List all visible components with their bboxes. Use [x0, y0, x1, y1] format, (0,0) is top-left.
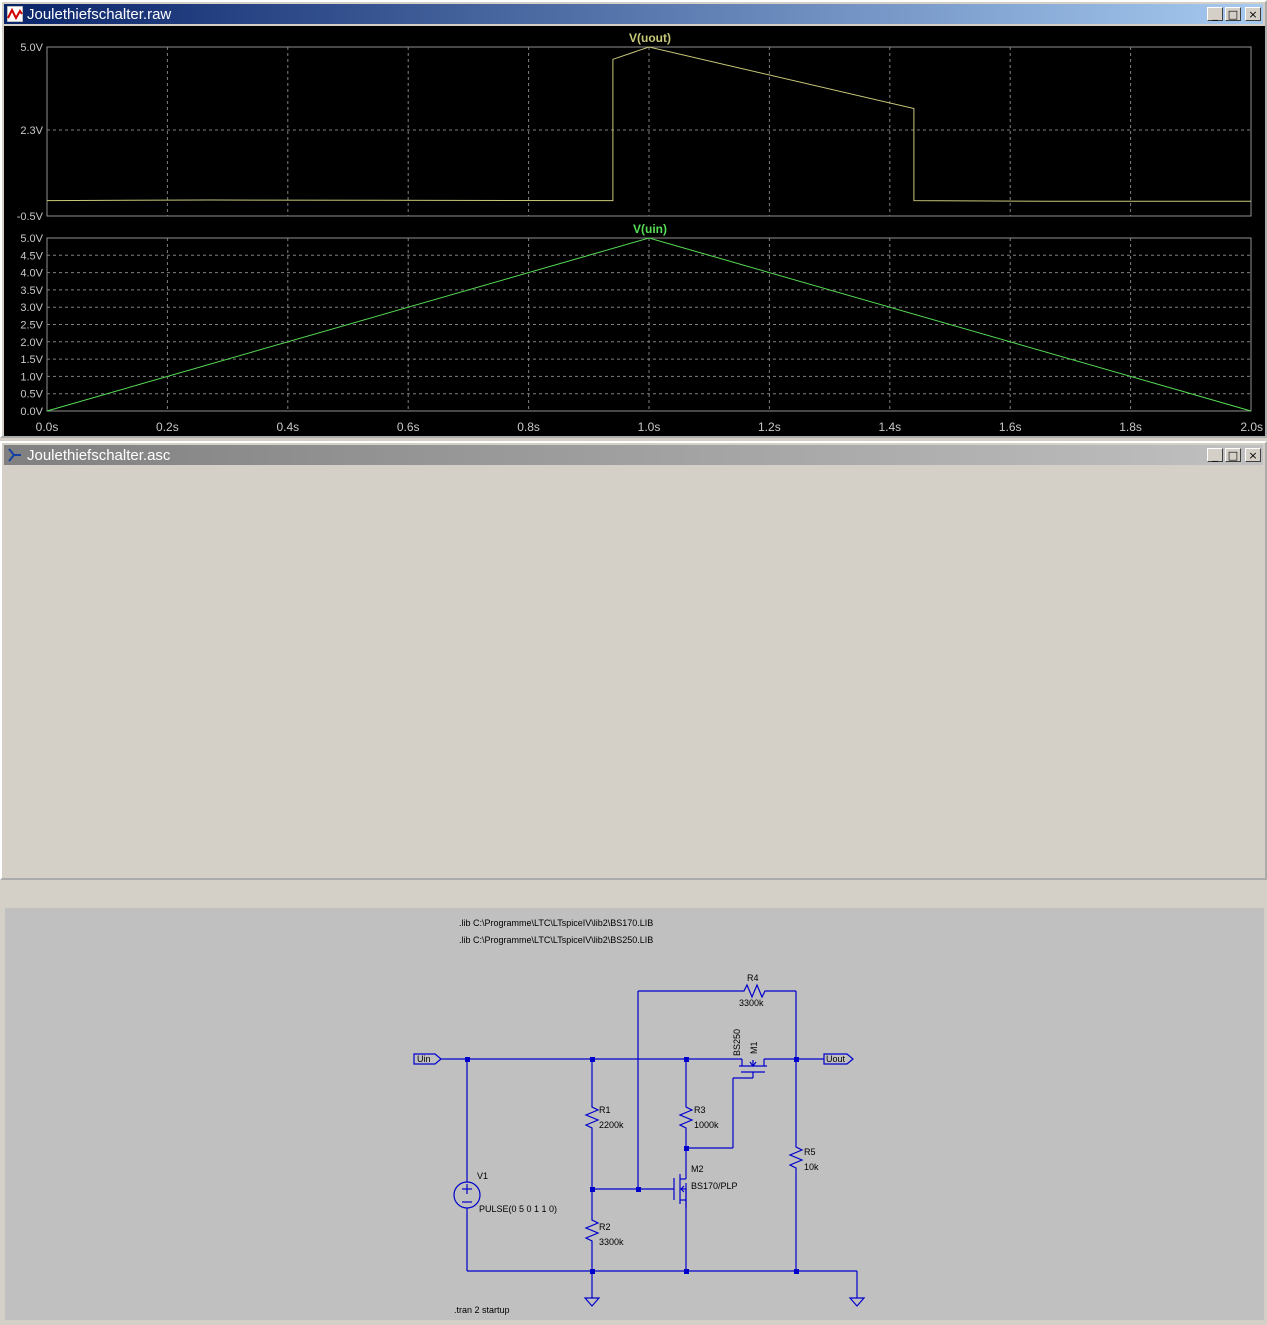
- waveform-titlebar[interactable]: Joulethiefschalter.raw _ □ ×: [4, 4, 1263, 24]
- r1-name: R1: [599, 1105, 611, 1115]
- net-label-uout-text: Uout: [826, 1054, 846, 1064]
- resistor-r2[interactable]: [584, 1216, 600, 1244]
- x-tick-label: 1.2s: [758, 420, 781, 434]
- x-tick-label: 0.8s: [517, 420, 540, 434]
- y-tick-label: 2.0V: [20, 337, 43, 349]
- schematic-titlebar[interactable]: Joulethiefschalter.asc _ □ ×: [4, 445, 1263, 465]
- mosfet-m1[interactable]: [739, 1059, 767, 1078]
- waveform-window-title: Joulethiefschalter.raw: [27, 5, 172, 23]
- mosfet-m2[interactable]: [673, 1163, 687, 1208]
- y-tick-label: 3.0V: [20, 302, 43, 314]
- schematic-drawing[interactable]: .lib C:\Programme\LTC\LTspiceIV\lib2\BS1…: [5, 908, 1264, 1320]
- close-button[interactable]: ×: [1245, 448, 1261, 462]
- y-tick-label: 4.0V: [20, 268, 43, 280]
- r3-value: 1000k: [694, 1120, 719, 1130]
- schematic-window: Joulethiefschalter.asc _ □ × .lib C:\Pro…: [0, 441, 1267, 1320]
- waveform-window: Joulethiefschalter.raw _ □ × 5.0V 2.3V -0.…: [0, 0, 1267, 438]
- spice-directive-tran[interactable]: .tran 2 startup: [454, 1305, 510, 1315]
- x-tick-label: 0.2s: [156, 420, 179, 434]
- maximize-button[interactable]: □: [1225, 7, 1241, 21]
- ground-right: [848, 1297, 866, 1307]
- x-tick-label: 1.6s: [999, 420, 1022, 434]
- waveform-plot[interactable]: 5.0V 2.3V -0.5V V(uout) 5.0V 4.5V 4.0V 3.5V 3.0V…: [4, 26, 1265, 436]
- resistor-r3[interactable]: [678, 1103, 694, 1130]
- r2-name: R2: [599, 1222, 611, 1232]
- maximize-button[interactable]: □: [1225, 448, 1241, 462]
- schematic-app-icon: [8, 448, 21, 462]
- x-tick-label: 1.4s: [878, 420, 901, 434]
- voltage-source-v1[interactable]: [453, 1181, 481, 1209]
- trace-title-uout: V(uout): [629, 31, 671, 45]
- resistor-r1[interactable]: [584, 1103, 600, 1130]
- v1-value: PULSE(0 5 0 1 1 0): [479, 1204, 557, 1214]
- schematic-canvas[interactable]: .lib C:\Programme\LTC\LTspiceIV\lib2\BS1…: [5, 908, 1264, 1320]
- x-tick-label: 1.0s: [638, 420, 661, 434]
- ground-left: [583, 1297, 601, 1307]
- spice-directive-lib1[interactable]: .lib C:\Programme\LTC\LTspiceIV\lib2\BS1…: [459, 918, 653, 928]
- m2-model: BS170/PLP: [691, 1181, 738, 1191]
- r5-value: 10k: [804, 1162, 819, 1172]
- resistor-r5[interactable]: [788, 1143, 804, 1170]
- r5-name: R5: [804, 1147, 816, 1157]
- waveform-app-icon: [7, 6, 23, 22]
- x-tick-label: 1.8s: [1119, 420, 1142, 434]
- y-tick-label: 1.0V: [20, 371, 43, 383]
- spice-directive-lib2[interactable]: .lib C:\Programme\LTC\LTspiceIV\lib2\BS2…: [459, 935, 653, 945]
- net-label-uin-text: Uin: [417, 1054, 431, 1064]
- y-tick-label: 5.0V: [20, 42, 43, 54]
- v1-name: V1: [477, 1171, 488, 1181]
- m1-model: BS250: [732, 1029, 742, 1056]
- y-tick-label: 0.0V: [20, 406, 43, 418]
- m2-name: M2: [691, 1164, 704, 1174]
- minimize-button[interactable]: _: [1207, 448, 1223, 462]
- y-tick-label: 1.5V: [20, 354, 43, 366]
- schematic-window-title: Joulethiefschalter.asc: [27, 446, 171, 464]
- y-tick-label: 2.3V: [20, 125, 43, 137]
- r2-value: 3300k: [599, 1237, 624, 1247]
- junction-dots: [465, 1057, 799, 1274]
- y-tick-label: 4.5V: [20, 250, 43, 262]
- close-button[interactable]: ×: [1245, 7, 1261, 21]
- trace-title-uin: V(uin): [633, 222, 667, 236]
- r4-name: R4: [747, 973, 759, 983]
- y-tick-label: 3.5V: [20, 285, 43, 297]
- x-tick-label: 0.0s: [36, 420, 59, 434]
- m1-name: M1: [749, 1041, 759, 1054]
- x-tick-label: 0.4s: [276, 420, 299, 434]
- resistor-r4[interactable]: [740, 983, 766, 999]
- minimize-button[interactable]: _: [1207, 7, 1223, 21]
- y-tick-label: 0.5V: [20, 389, 43, 401]
- y-tick-label: -0.5V: [17, 211, 44, 223]
- r1-value: 2200k: [599, 1120, 624, 1130]
- plot-area[interactable]: 5.0V 2.3V -0.5V V(uout) 5.0V 4.5V 4.0V 3.5V 3.0V…: [4, 26, 1265, 436]
- r4-value: 3300k: [739, 998, 764, 1008]
- x-tick-label: 0.6s: [397, 420, 420, 434]
- r3-name: R3: [694, 1105, 706, 1115]
- y-tick-label: 2.5V: [20, 320, 43, 332]
- y-tick-label: 5.0V: [20, 233, 43, 245]
- x-tick-label: 2.0s: [1240, 420, 1263, 434]
- series-line-uout: [46, 46, 1251, 202]
